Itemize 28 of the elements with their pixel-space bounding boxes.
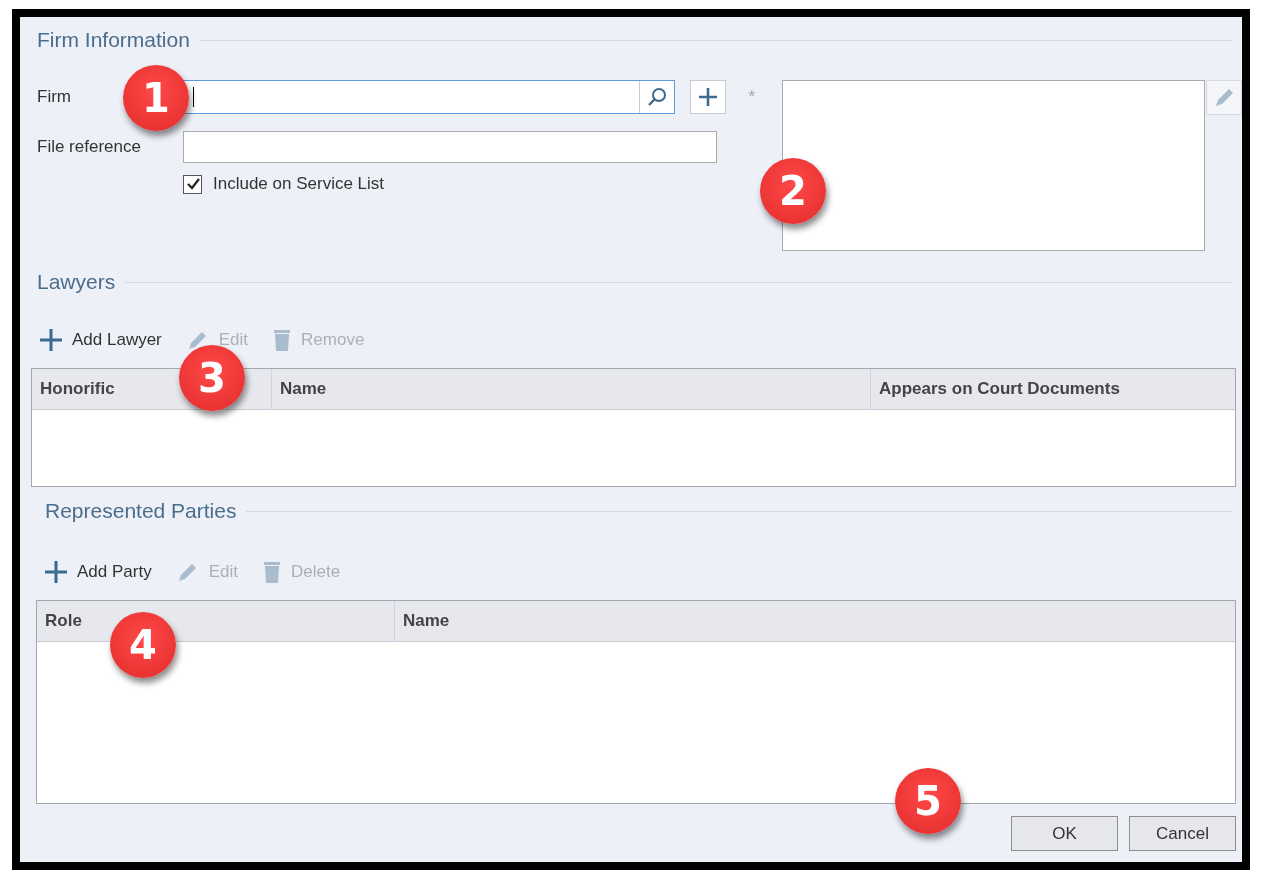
add-button[interactable] (690, 80, 727, 114)
search-icon (646, 86, 668, 108)
file-reference-field[interactable] (183, 131, 717, 163)
number-badge: 3 (179, 345, 245, 411)
dialog-button[interactable]: Cancel (1129, 816, 1236, 851)
firm-field[interactable] (183, 80, 675, 114)
plus-icon (44, 560, 68, 584)
field-label: Firm (37, 87, 71, 107)
trash-icon (261, 560, 282, 584)
field-label: File reference (37, 137, 141, 157)
checkbox-label: Include on Service List (213, 174, 385, 194)
column-header[interactable]: Appears on Court Documents (871, 369, 1235, 409)
number-badge: 2 (760, 158, 826, 224)
number-badge: 1 (123, 65, 189, 131)
section-heading: Firm Information (37, 28, 190, 52)
dialog-button[interactable]: OK (1011, 816, 1118, 851)
column-header[interactable]: Name (272, 369, 871, 409)
section-heading: Lawyers (37, 270, 116, 294)
number-badge: 5 (895, 768, 961, 834)
column-header[interactable]: Name (395, 601, 1235, 641)
checkbox[interactable] (183, 174, 202, 194)
section-heading: Represented Parties (45, 499, 237, 523)
plus-icon (697, 86, 720, 108)
toolbar-button[interactable]: Add Lawyer (39, 328, 162, 352)
plus-icon (39, 328, 63, 352)
toolbar-button[interactable]: Add Party (44, 560, 152, 584)
required-mark: * (748, 86, 757, 108)
trash-icon (272, 328, 293, 352)
